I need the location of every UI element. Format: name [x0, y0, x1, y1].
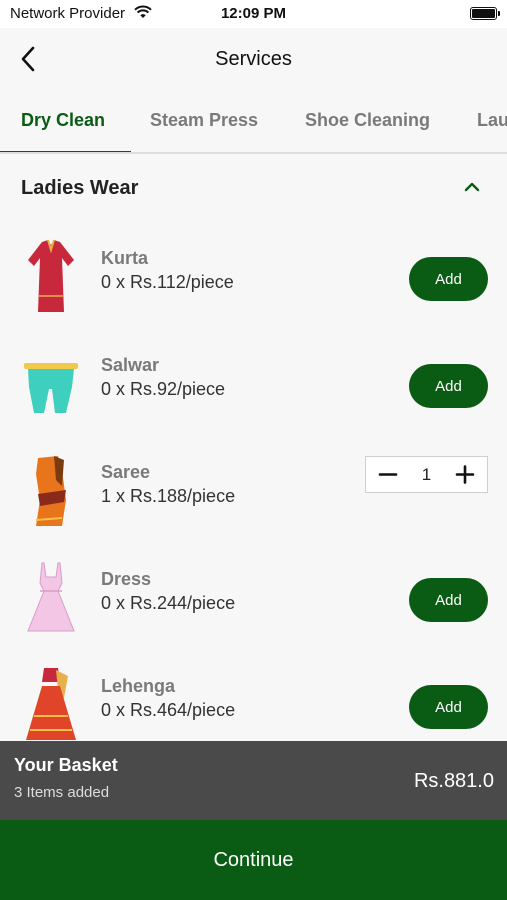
item-price: 1 x Rs.188/piece — [101, 486, 236, 506]
item-name: Salwar — [101, 355, 160, 375]
basket-item-count: 3 Items added — [14, 784, 110, 801]
kurta-image — [28, 239, 74, 312]
minus-icon[interactable] — [368, 457, 408, 492]
add-salwar-button[interactable]: Add — [409, 364, 488, 408]
lehenga-image — [26, 668, 76, 740]
tab-steam-press[interactable]: Steam Press — [150, 110, 258, 131]
item-price: 0 x Rs.464/piece — [101, 700, 236, 720]
basket-title: Your Basket — [14, 755, 118, 775]
tab-dry-clean[interactable]: Dry Clean — [21, 110, 105, 131]
item-price: 0 x Rs.112/piece — [101, 272, 234, 292]
tab-laundry[interactable]: Laundry — [477, 110, 507, 131]
item-name: Saree — [101, 462, 151, 482]
section-title: Ladies Wear — [21, 177, 139, 199]
nav-bar: Services — [0, 28, 507, 92]
dress-image — [27, 562, 75, 632]
add-dress-button[interactable]: Add — [409, 578, 488, 622]
saree-image — [35, 456, 66, 526]
chevron-up-icon[interactable] — [463, 180, 481, 194]
status-bar: Network Provider 12:09 PM — [0, 0, 507, 28]
item-name: Kurta — [101, 248, 149, 268]
list-item: Dress 0 x Rs.244/piece Add — [0, 549, 507, 656]
basket-summary: Your Basket 3 Items added Rs.881.0 — [0, 741, 507, 820]
tab-shoe-cleaning[interactable]: Shoe Cleaning — [305, 110, 430, 131]
item-price: 0 x Rs.244/piece — [101, 593, 236, 613]
list-item: Lehenga 0 x Rs.464/piece Add — [0, 656, 507, 741]
section-header[interactable]: Ladies Wear — [0, 154, 507, 220]
page-title: Services — [215, 48, 292, 70]
clock: 12:09 PM — [220, 5, 287, 22]
add-kurta-button[interactable]: Add — [409, 257, 488, 301]
quantity-value: 1 — [421, 465, 432, 484]
service-tabs: Dry Clean Steam Press Shoe Cleaning Laun… — [0, 92, 507, 154]
continue-button[interactable]: Continue — [0, 820, 507, 900]
item-list: Kurta 0 x Rs.112/piece Add Salwar 0 x Rs… — [0, 220, 507, 741]
salwar-image — [24, 363, 78, 413]
item-name: Lehenga — [101, 676, 176, 696]
battery-icon — [470, 7, 500, 20]
list-item: Kurta 0 x Rs.112/piece Add — [0, 228, 507, 335]
plus-icon[interactable] — [445, 457, 485, 492]
add-lehenga-button[interactable]: Add — [409, 685, 488, 729]
list-item: Salwar 0 x Rs.92/piece Add — [0, 335, 507, 442]
item-name: Dress — [101, 569, 152, 589]
quantity-stepper: 1 — [365, 456, 488, 493]
basket-total: Rs.881.0 — [413, 770, 494, 792]
item-price: 0 x Rs.92/piece — [101, 379, 226, 399]
